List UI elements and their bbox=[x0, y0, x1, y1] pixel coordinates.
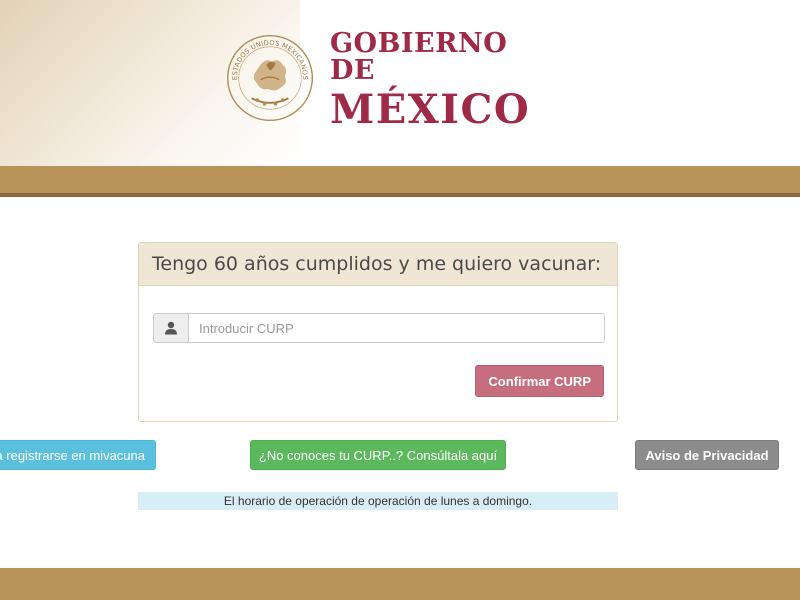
page: ESTADOS UNIDOS MEXICANOS GOBIERNO DE MÉX… bbox=[0, 0, 800, 600]
user-icon bbox=[153, 313, 188, 343]
vaccination-registration-panel: Tengo 60 años cumplidos y me quiero vacu… bbox=[138, 242, 618, 422]
government-logo[interactable]: ESTADOS UNIDOS MEXICANOS GOBIERNO DE MÉX… bbox=[224, 30, 544, 129]
wordmark-line-2: MÉXICO bbox=[330, 85, 531, 133]
header: ESTADOS UNIDOS MEXICANOS GOBIERNO DE MÉX… bbox=[0, 0, 800, 166]
panel-title: Tengo 60 años cumplidos y me quiero vacu… bbox=[139, 243, 617, 286]
header-band bbox=[0, 166, 800, 193]
privacy-notice-button[interactable]: Aviso de Privacidad bbox=[635, 440, 779, 470]
confirm-curp-button[interactable]: Confirmar CURP bbox=[475, 365, 604, 397]
wordmark-line-1: GOBIERNO DE bbox=[330, 27, 508, 86]
coat-of-arms-seal-icon: ESTADOS UNIDOS MEXICANOS bbox=[226, 34, 314, 121]
curp-lookup-button[interactable]: ¿No conoces tu CURP..? Consúltala aquí bbox=[250, 440, 506, 470]
header-band-line bbox=[0, 193, 800, 197]
register-mivacuna-button[interactable]: ra registrarse en mivacuna bbox=[0, 440, 156, 470]
government-wordmark: GOBIERNO DE MÉXICO bbox=[330, 26, 544, 130]
operating-hours-notice: El horario de operación de operación de … bbox=[138, 492, 618, 510]
curp-input[interactable] bbox=[188, 313, 605, 343]
footer-band bbox=[0, 568, 800, 600]
curp-input-group bbox=[153, 313, 605, 343]
